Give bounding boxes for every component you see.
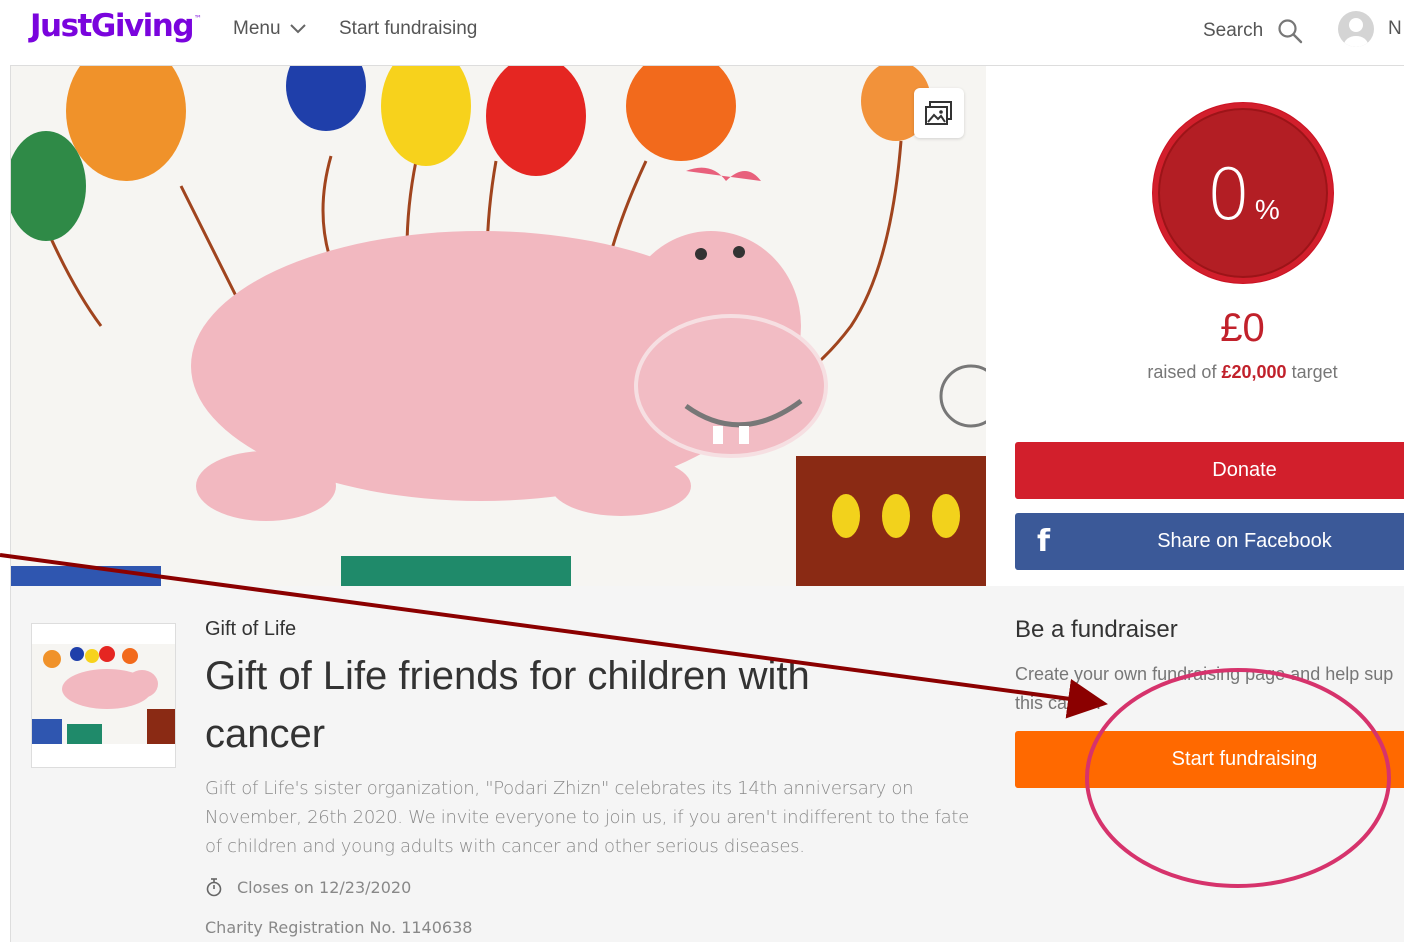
charity-logo-thumbnail[interactable] — [31, 623, 176, 768]
progress-percent: 0 — [1206, 154, 1251, 236]
chevron-down-icon — [289, 24, 306, 34]
fundraiser-text: Create your own fundraising page and hel… — [1015, 664, 1394, 713]
gallery-button[interactable] — [914, 88, 964, 138]
justgiving-logo[interactable]: JustGiving™ — [30, 8, 202, 44]
charity-registration: Charity Registration No. 1140638 — [205, 918, 473, 937]
menu-label: Menu — [233, 18, 281, 39]
progress-unit: % — [1254, 194, 1280, 225]
charity-thumbnail-image — [32, 624, 175, 767]
donate-button[interactable]: Donate — [1015, 442, 1404, 499]
hippo-balloons-painting — [11, 66, 986, 586]
progress-circle: 0% — [1153, 103, 1333, 283]
share-facebook-label: Share on Facebook — [1157, 530, 1332, 552]
target-line: raised of £20,000 target — [1147, 362, 1338, 382]
closing-date: Closes on 12/23/2020 — [205, 877, 411, 897]
page-description: Gift of Life's sister organization, "Pod… — [205, 778, 969, 857]
user-icon — [1344, 18, 1368, 47]
closing-date-text: Closes on 12/23/2020 — [237, 877, 412, 897]
image-gallery-icon — [925, 101, 952, 125]
user-name-initial[interactable]: N — [1388, 18, 1402, 40]
start-fundraising-button[interactable]: Start fundraising — [1015, 731, 1404, 788]
share-facebook-button[interactable]: f Share on Facebook — [1015, 513, 1404, 570]
search-label: Search — [1203, 20, 1264, 41]
facebook-icon: f — [1037, 524, 1051, 559]
search-icon — [1278, 19, 1303, 44]
raised-amount: £0 — [1220, 306, 1265, 350]
stopwatch-icon — [206, 878, 222, 897]
hero-image — [11, 66, 986, 586]
charity-name[interactable]: Gift of Life — [205, 618, 296, 641]
menu-dropdown[interactable]: Menu — [233, 18, 307, 40]
fundraiser-heading: Be a fundraiser — [1015, 616, 1178, 643]
user-avatar[interactable] — [1338, 11, 1374, 47]
target-amount: £20,000 — [1221, 362, 1287, 382]
page-title: Gift of Life friends for children with c… — [205, 654, 810, 756]
search-button[interactable]: Search — [1203, 18, 1303, 44]
top-nav: JustGiving™ Menu Start fundraising Searc… — [0, 0, 1404, 58]
nav-start-fundraising-link[interactable]: Start fundraising — [339, 18, 477, 40]
